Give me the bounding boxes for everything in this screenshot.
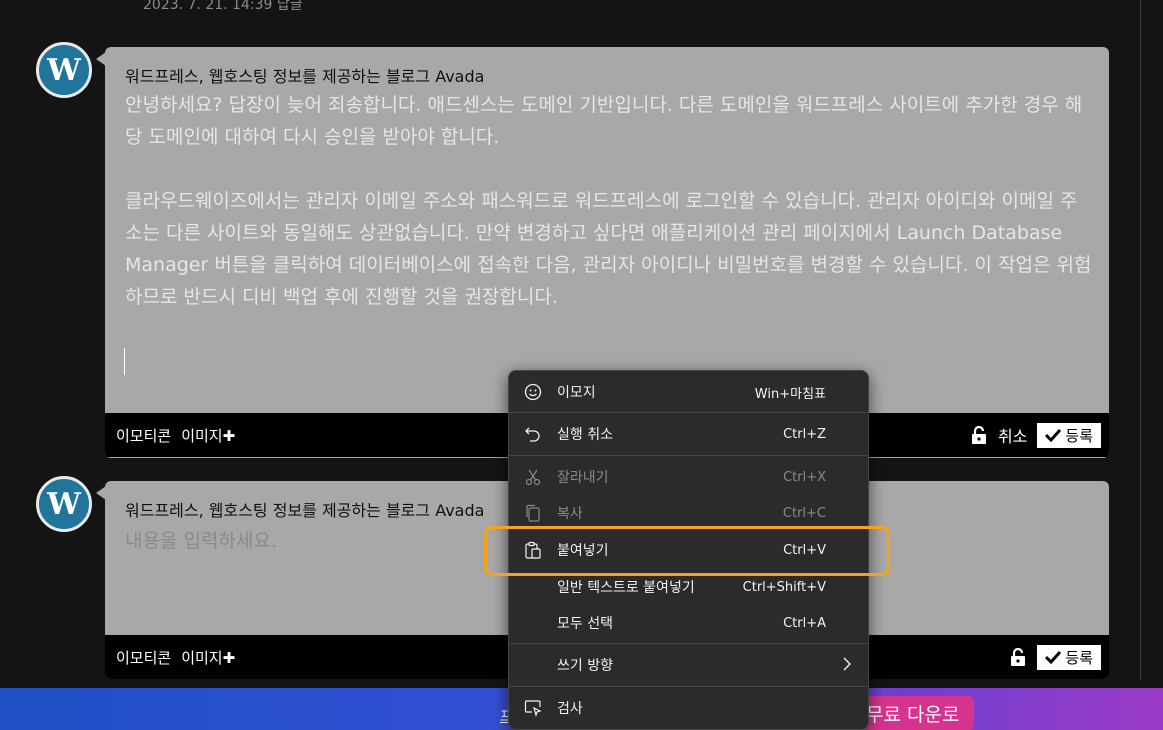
comment-textarea-placeholder[interactable]: 내용을 입력하세요.	[125, 526, 277, 553]
image-button-label: 이미지	[181, 426, 223, 445]
page: 2023. 7. 21. 14:39 답글 W 워드프레스, 웹호스팅 정보를 …	[0, 0, 1163, 730]
new-comment-author-name: 워드프레스, 웹호스팅 정보를 제공하는 블로그 Avada	[125, 501, 485, 520]
scrollbar-track[interactable]	[1140, 0, 1141, 680]
menu-item-label: 쓰기 방향	[557, 658, 613, 674]
cancel-button[interactable]: 취소	[998, 423, 1027, 447]
menu-item-label: 복사	[557, 506, 583, 522]
image-button[interactable]: 이미지✚	[181, 647, 235, 668]
smiley-icon	[523, 382, 543, 402]
check-icon	[1045, 650, 1062, 664]
unlock-icon[interactable]	[970, 426, 988, 444]
plus-icon: ✚	[222, 426, 236, 445]
paste-highlight-box	[484, 526, 890, 576]
menu-item-label: 일반 텍스트로 붙여넣기	[557, 580, 695, 596]
menu-item-label: 실행 취소	[557, 427, 613, 443]
submit-button[interactable]: 등록	[1037, 422, 1101, 448]
menu-item-cut[interactable]: 잘라내기 Ctrl+X	[509, 459, 868, 495]
wordpress-logo-icon: W	[47, 486, 81, 522]
menu-separator	[509, 643, 868, 644]
menu-item-label: 잘라내기	[557, 470, 609, 486]
menu-item-emoji[interactable]: 이모지 Win+마침표	[509, 374, 868, 410]
reply-paragraph-2: 클라우드웨이즈에서는 관리자 이메일 주소와 패스워드로 워드프레스에 로그인할…	[125, 190, 1092, 308]
author-avatar: W	[36, 42, 92, 98]
reply-author-name: 워드프레스, 웹호스팅 정보를 제공하는 블로그 Avada	[125, 67, 485, 86]
chevron-right-icon	[842, 656, 852, 675]
plus-icon: ✚	[222, 648, 236, 667]
submit-button[interactable]: 등록	[1037, 644, 1101, 670]
image-button-label: 이미지	[181, 648, 223, 667]
author-avatar: W	[36, 476, 92, 532]
menu-separator	[509, 686, 868, 687]
menu-separator	[509, 455, 868, 456]
image-button[interactable]: 이미지✚	[181, 425, 235, 446]
scissors-icon	[523, 467, 543, 487]
menu-separator	[509, 412, 868, 413]
menu-item-shortcut: Ctrl+Z	[783, 426, 826, 442]
menu-item-label: 이모지	[557, 385, 596, 401]
menu-item-writing-direction[interactable]: 쓰기 방향	[509, 647, 868, 683]
text-caret	[124, 348, 125, 375]
submit-label: 등록	[1065, 648, 1093, 667]
menu-item-label: 모두 선택	[557, 616, 613, 632]
check-icon	[1045, 428, 1062, 442]
menu-item-shortcut: Ctrl+X	[783, 469, 826, 485]
free-download-button[interactable]: 무료 다운로드	[860, 696, 974, 730]
unlock-icon[interactable]	[1009, 648, 1027, 666]
menu-item-shortcut: Ctrl+C	[782, 505, 826, 521]
menu-item-label: 검사	[557, 701, 583, 717]
emoticon-button[interactable]: 이모티콘	[116, 425, 171, 446]
wordpress-logo-icon: W	[47, 52, 81, 88]
previous-comment-meta: 2023. 7. 21. 14:39 답글	[143, 0, 303, 13]
menu-item-undo[interactable]: 실행 취소 Ctrl+Z	[509, 416, 868, 452]
menu-item-shortcut: Ctrl+Shift+V	[742, 579, 826, 595]
reply-textarea[interactable]: 안녕하세요? 답장이 늦어 죄송합니다. 애드센스는 도메인 기반입니다. 다른…	[125, 89, 1093, 313]
menu-item-shortcut: Ctrl+A	[783, 615, 826, 631]
undo-icon	[523, 424, 543, 444]
menu-item-inspect[interactable]: 검사	[509, 690, 868, 726]
reply-paragraph-1: 안녕하세요? 답장이 늦어 죄송합니다. 애드센스는 도메인 기반입니다. 다른…	[125, 94, 1083, 148]
submit-label: 등록	[1065, 426, 1093, 445]
menu-item-shortcut: Win+마침표	[754, 386, 826, 402]
menu-item-select-all[interactable]: 모두 선택 Ctrl+A	[509, 605, 868, 641]
copy-icon	[523, 503, 543, 523]
inspect-icon	[523, 698, 543, 718]
emoticon-button[interactable]: 이모티콘	[116, 647, 171, 668]
